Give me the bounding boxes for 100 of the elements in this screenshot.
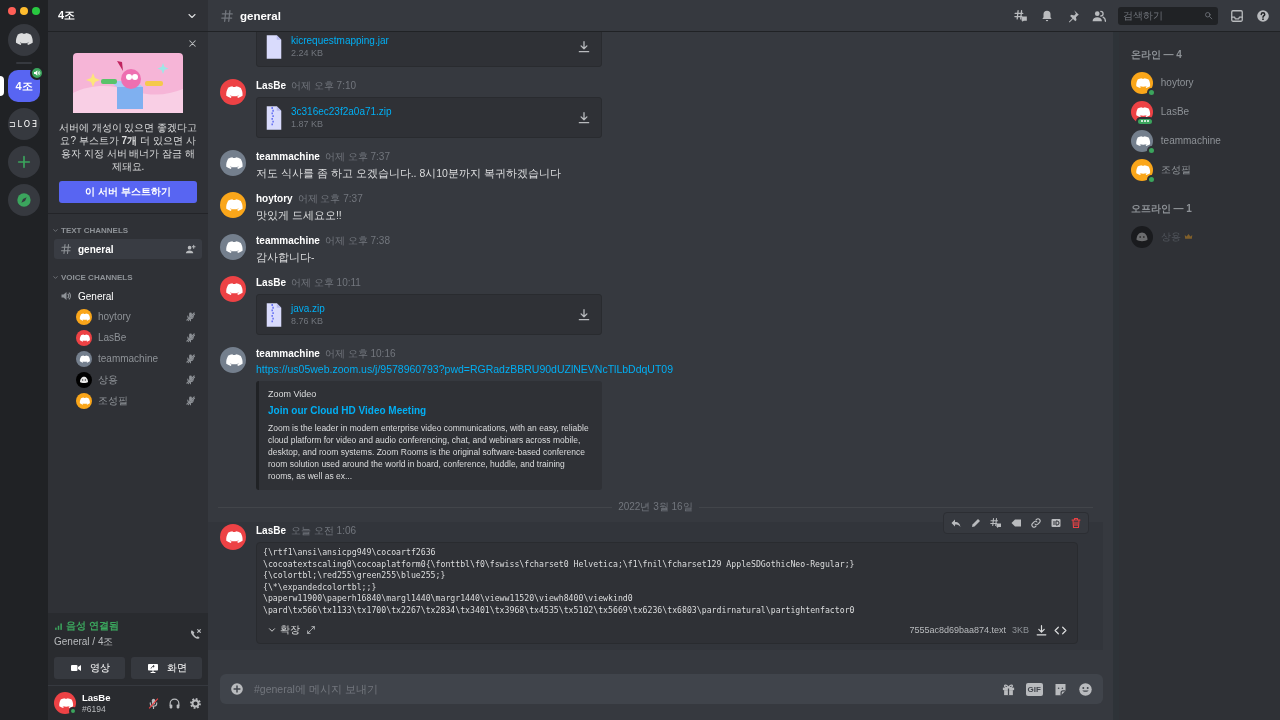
help-icon[interactable] bbox=[1256, 8, 1270, 23]
gift-icon[interactable] bbox=[1000, 681, 1016, 697]
notification-bell-icon[interactable] bbox=[1040, 8, 1054, 23]
mic-muted-icon[interactable] bbox=[147, 696, 160, 710]
download-icon[interactable] bbox=[577, 39, 591, 54]
code-line: \paperw11900\paperh16840\margl1440\margr1440\vieww11520\viewh8400\viewkind0 bbox=[263, 593, 634, 605]
zip-file-icon bbox=[264, 104, 284, 131]
author-name[interactable]: hoytory bbox=[256, 192, 293, 205]
author-name[interactable]: teammachine bbox=[256, 234, 320, 247]
disconnect-icon[interactable] bbox=[189, 627, 202, 641]
date-divider: 2022년 3월 16일 bbox=[618, 500, 693, 514]
voice-location[interactable]: General / 4조 bbox=[54, 635, 119, 649]
file-size: 8.76 KB bbox=[291, 316, 325, 326]
embed-description: Zoom is the leader in modern enterprise video communications, with an easy, reliable cloud platform for video and audio conferencing, chat, and webinars across mobile, desktop, and room systems. Zoom Rooms is the original software-based conference room solution used around the world in board, conference, huddle, and training rooms, as well as ex... bbox=[268, 422, 590, 482]
file-icon bbox=[264, 33, 284, 60]
author-name[interactable]: teammachine bbox=[256, 347, 320, 360]
add-server-button[interactable] bbox=[8, 146, 40, 178]
download-icon[interactable] bbox=[1035, 623, 1048, 637]
file-size: 2.24 KB bbox=[291, 48, 325, 58]
inbox-icon[interactable] bbox=[1230, 8, 1244, 23]
reply-icon[interactable] bbox=[949, 517, 962, 529]
video-button[interactable]: 영상 bbox=[54, 657, 125, 679]
hash-icon bbox=[220, 8, 234, 23]
emoji-icon[interactable] bbox=[1077, 681, 1093, 697]
download-icon[interactable] bbox=[577, 110, 591, 125]
chevron-down-icon bbox=[267, 625, 277, 635]
boost-message: 서버에 개성이 있으면 좋겠다고요? 부스트가 7개 더 있으면 사용자 지정 서버 배너가 잠금 해제돼요. bbox=[58, 121, 198, 173]
member-name[interactable]: 조성필 bbox=[1160, 162, 1191, 177]
file-name-link[interactable]: 3c316ec23f2a0a71.zip bbox=[291, 106, 570, 117]
search-icon bbox=[1204, 11, 1213, 20]
expand-button[interactable]: 확장 bbox=[267, 623, 300, 637]
settings-icon[interactable] bbox=[189, 696, 202, 710]
author-name[interactable]: LasBe bbox=[256, 276, 286, 289]
author-name[interactable]: LasBe bbox=[256, 524, 286, 537]
screen-button[interactable]: 화면 bbox=[131, 657, 202, 679]
file-size: 1.87 KB bbox=[291, 119, 325, 129]
link[interactable]: https://us05web.zoom.us/j/9578960793?pwd=RGRadzBBRU90dUZlNEVNcTlLbDdqUT09 bbox=[256, 363, 1091, 375]
explore-button[interactable] bbox=[8, 184, 40, 216]
voice-user-name[interactable]: hoytory bbox=[98, 311, 179, 322]
thread-icon[interactable] bbox=[989, 517, 1002, 529]
voice-status: 음성 연결됨 bbox=[66, 619, 119, 633]
gif-button[interactable]: GIF bbox=[1025, 682, 1043, 696]
author-name[interactable]: teammachine bbox=[256, 150, 320, 163]
compass-icon bbox=[16, 192, 32, 208]
speaker-icon bbox=[60, 290, 72, 302]
category-heading[interactable]: VOICE CHANNELS bbox=[61, 273, 133, 282]
fullscreen-icon[interactable] bbox=[306, 625, 316, 635]
screen-share-icon bbox=[146, 662, 159, 674]
embed-provider: Zoom Video bbox=[268, 389, 318, 399]
username: LasBe bbox=[82, 692, 112, 703]
server-icon[interactable]: 4조 bbox=[8, 70, 40, 102]
hash-icon bbox=[60, 243, 72, 255]
server-name[interactable]: 4조 bbox=[58, 8, 76, 23]
member-name[interactable]: LasBe bbox=[1160, 106, 1190, 117]
user-tag: #6194 bbox=[82, 704, 141, 714]
link-icon[interactable] bbox=[1029, 517, 1042, 529]
home-button[interactable] bbox=[8, 24, 40, 56]
file-name-link[interactable]: java.zip bbox=[291, 303, 570, 314]
edit-icon[interactable] bbox=[969, 517, 982, 529]
author-name[interactable]: LasBe bbox=[256, 79, 286, 92]
server-icon[interactable]: ⊐LOƎ bbox=[8, 108, 40, 140]
message-text: 감사합니다- bbox=[256, 250, 316, 264]
voice-channel-item[interactable]: General bbox=[54, 286, 202, 306]
close-window-button[interactable] bbox=[8, 7, 16, 15]
embed-title-link[interactable]: Join our Cloud HD Video Meeting bbox=[268, 405, 590, 416]
minimize-window-button[interactable] bbox=[20, 7, 28, 15]
download-icon[interactable] bbox=[577, 307, 591, 322]
category-heading[interactable]: TEXT CHANNELS bbox=[61, 226, 129, 235]
pin-icon[interactable] bbox=[1066, 8, 1080, 23]
member-name[interactable]: hoytory bbox=[1160, 77, 1194, 88]
timestamp: 오늘 오전 1:06 bbox=[291, 524, 357, 537]
close-icon[interactable] bbox=[187, 38, 198, 49]
add-attachment-icon[interactable] bbox=[230, 682, 244, 696]
member-name[interactable]: teammachine bbox=[1160, 135, 1221, 146]
file-name-link[interactable]: kicrequestmapping.jar bbox=[291, 35, 570, 46]
delete-icon[interactable] bbox=[1069, 517, 1082, 529]
online-status-dot bbox=[69, 707, 77, 715]
file-name: 7555ac8d69baa874.text bbox=[909, 625, 1006, 635]
id-card-icon[interactable] bbox=[1049, 517, 1062, 529]
code-line: \pard\tx566\tx1133\tx1700\tx2267\tx2834\tx3401\tx3968\tx4535\tx5102\tx5669\tx6236\tx6803\pardirnatural\partightenfactor0 bbox=[263, 604, 856, 616]
search-field[interactable]: 검색하기 bbox=[1118, 6, 1218, 25]
voice-user-name[interactable]: teammachine bbox=[98, 353, 179, 364]
voice-user-name[interactable]: LasBe bbox=[98, 332, 179, 343]
headphones-icon[interactable] bbox=[168, 696, 181, 710]
text-channel-item[interactable]: general bbox=[54, 239, 202, 259]
boost-server-button[interactable]: 이 서버 부스트하기 bbox=[59, 181, 197, 203]
voice-user-name[interactable]: 상용 bbox=[98, 372, 179, 387]
selected-indicator bbox=[0, 76, 4, 96]
threads-icon[interactable] bbox=[1014, 8, 1028, 23]
message-text: 맛있게 드세요오!! bbox=[256, 208, 343, 222]
tag-icon[interactable] bbox=[1009, 517, 1022, 529]
add-member-icon[interactable] bbox=[185, 243, 196, 255]
plus-icon bbox=[16, 154, 32, 170]
channel-name: general bbox=[240, 9, 282, 22]
zoom-window-button[interactable] bbox=[32, 7, 40, 15]
member-group-heading: 오프라인 — 1 bbox=[1130, 202, 1193, 216]
member-list-icon[interactable] bbox=[1092, 8, 1106, 23]
voice-user-name[interactable]: 조성필 bbox=[98, 393, 179, 408]
member-group-heading: 온라인 — 4 bbox=[1130, 48, 1183, 62]
code-line: {\rtf1\ansi\ansicpg949\cocoartf2636 bbox=[263, 547, 437, 559]
